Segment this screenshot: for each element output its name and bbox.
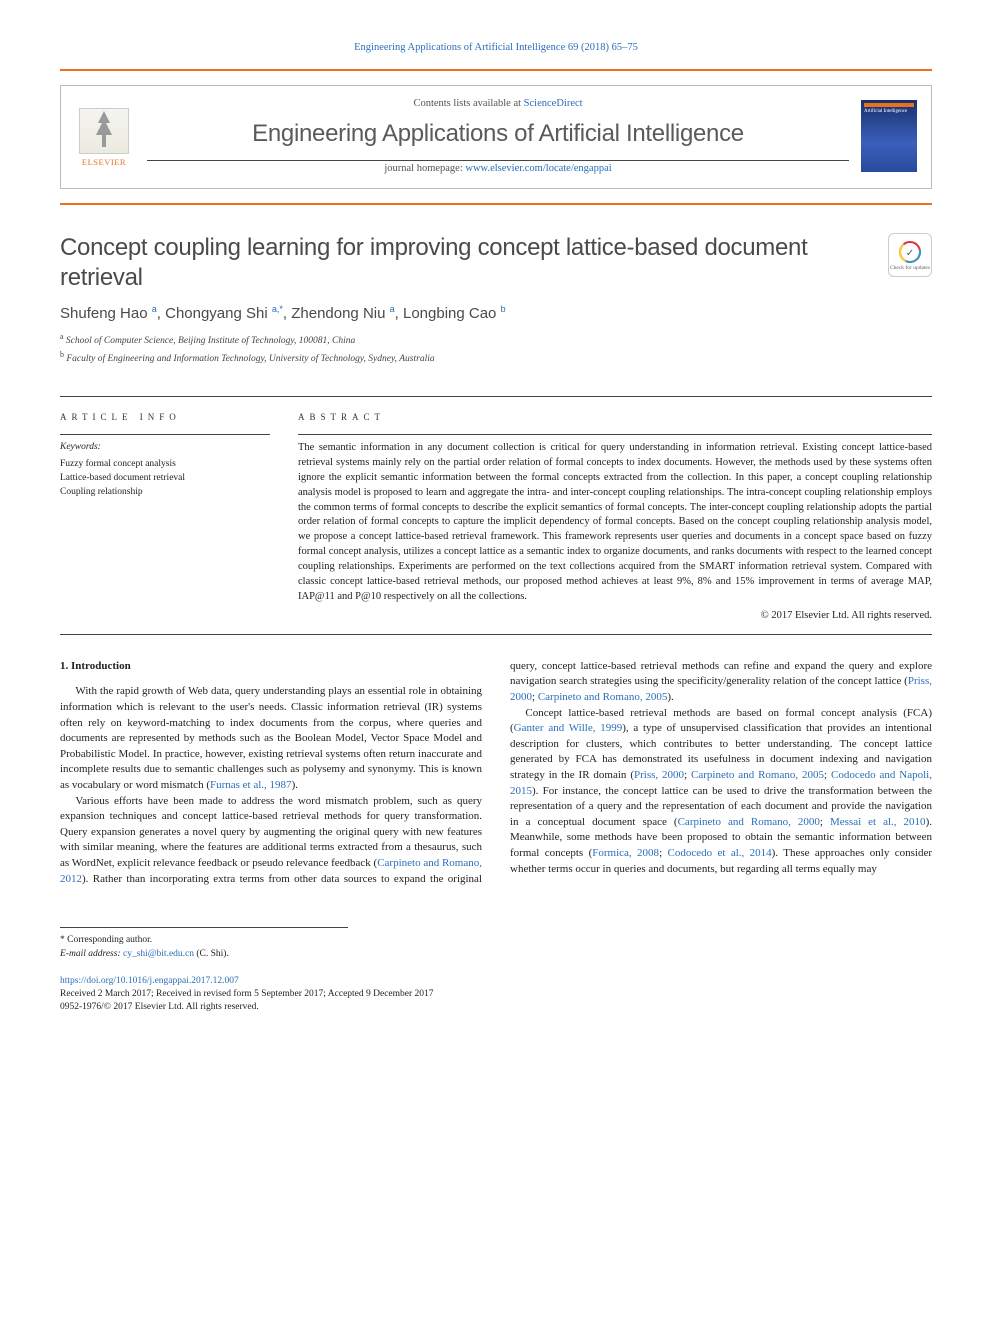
homepage-prefix: journal homepage:	[384, 163, 465, 174]
section-1-heading: 1. Introduction	[60, 659, 482, 675]
cite-furnas-1987[interactable]: Furnas et al., 1987	[210, 779, 292, 791]
journal-cover-thumbnail: Artificial Intelligence	[861, 100, 917, 172]
header-citation: Engineering Applications of Artificial I…	[60, 40, 932, 55]
contents-prefix: Contents lists available at	[413, 98, 523, 109]
author-1: Shufeng Hao a	[60, 305, 157, 322]
author-3-affil-link[interactable]: a	[390, 304, 395, 314]
elsevier-wordmark: ELSEVIER	[82, 156, 126, 168]
received-dates: Received 2 March 2017; Received in revis…	[60, 988, 932, 1001]
check-updates-icon: ✓	[898, 240, 922, 264]
cite-formica-2008[interactable]: Formica, 2008	[592, 847, 659, 859]
keyword-3: Coupling relationship	[60, 485, 270, 499]
footnotes: * Corresponding author. E-mail address: …	[60, 927, 348, 961]
check-for-updates-button[interactable]: ✓ Check for updates	[888, 233, 932, 277]
divider-top-orange	[60, 69, 932, 71]
svg-text:✓: ✓	[906, 248, 914, 259]
contents-available-line: Contents lists available at ScienceDirec…	[147, 96, 849, 111]
author-3: Zhendong Niu a	[291, 305, 394, 322]
cite-priss-2000b[interactable]: Priss, 2000	[634, 769, 684, 781]
cover-text: Artificial Intelligence	[864, 109, 914, 115]
body-two-column: 1. Introduction With the rapid growth of…	[60, 659, 932, 888]
journal-name: Engineering Applications of Artificial I…	[147, 117, 849, 152]
article-info-col: ARTICLE INFO Keywords: Fuzzy formal conc…	[60, 411, 270, 624]
contents-banner: ELSEVIER Contents lists available at Sci…	[60, 85, 932, 189]
body-para-3: Concept lattice-based retrieval methods …	[510, 706, 932, 878]
sciencedirect-link[interactable]: ScienceDirect	[524, 98, 583, 109]
author-4-affil-link[interactable]: b	[501, 304, 506, 314]
elsevier-tree-icon	[79, 108, 129, 154]
divider-bottom-orange	[60, 203, 932, 205]
cite-carpineto-2005[interactable]: Carpineto and Romano, 2005	[538, 691, 668, 703]
issn-copyright: 0952-1976/© 2017 Elsevier Ltd. All right…	[60, 1001, 932, 1014]
cite-messai-2010[interactable]: Messai et al., 2010	[830, 816, 926, 828]
keyword-1: Fuzzy formal concept analysis	[60, 457, 270, 471]
affiliations: a School of Computer Science, Beijing In…	[60, 331, 932, 366]
corresponding-author-note: * Corresponding author.	[60, 934, 348, 947]
cite-codocedo-2014[interactable]: Codocedo et al., 2014	[668, 847, 772, 859]
check-updates-label: Check for updates	[890, 266, 930, 272]
cite-ganter-1999[interactable]: Ganter and Wille, 1999	[514, 722, 623, 734]
abstract-body-divider	[60, 634, 932, 635]
journal-homepage-line: journal homepage: www.elsevier.com/locat…	[147, 161, 849, 176]
affiliation-b: b Faculty of Engineering and Information…	[60, 349, 932, 366]
email-suffix: (C. Shi).	[194, 949, 229, 959]
abstract-heading: ABSTRACT	[298, 411, 932, 424]
authors-line: Shufeng Hao a, Chongyang Shi a,*, Zhendo…	[60, 303, 932, 325]
abstract-copyright: © 2017 Elsevier Ltd. All rights reserved…	[298, 609, 932, 624]
abstract-col: ABSTRACT The semantic information in any…	[298, 411, 932, 624]
email-line: E-mail address: cy_shi@bit.edu.cn (C. Sh…	[60, 948, 348, 961]
abstract-text: The semantic information in any document…	[298, 434, 932, 605]
cite-carpineto-2000[interactable]: Carpineto and Romano, 2000	[678, 816, 820, 828]
corresponding-email-link[interactable]: cy_shi@bit.edu.cn	[123, 949, 194, 959]
author-2-affil-link[interactable]: a,*	[272, 304, 283, 314]
cite-carpineto-2005b[interactable]: Carpineto and Romano, 2005	[691, 769, 824, 781]
body-para-1: With the rapid growth of Web data, query…	[60, 684, 482, 793]
journal-homepage-link[interactable]: www.elsevier.com/locate/engappai	[465, 163, 611, 174]
elsevier-logo: ELSEVIER	[75, 104, 133, 168]
doi-link[interactable]: https://doi.org/10.1016/j.engappai.2017.…	[60, 976, 239, 986]
keyword-2: Lattice-based document retrieval	[60, 471, 270, 485]
email-label: E-mail address:	[60, 949, 123, 959]
author-2: Chongyang Shi a,*	[165, 305, 283, 322]
article-info-heading: ARTICLE INFO	[60, 411, 270, 424]
keywords-list: Fuzzy formal concept analysis Lattice-ba…	[60, 457, 270, 500]
author-1-affil-link[interactable]: a	[152, 304, 157, 314]
footer-block: https://doi.org/10.1016/j.engappai.2017.…	[60, 975, 932, 1015]
keywords-label: Keywords:	[60, 434, 270, 455]
article-title: Concept coupling learning for improving …	[60, 233, 868, 293]
affiliation-a: a School of Computer Science, Beijing In…	[60, 331, 932, 348]
author-4: Longbing Cao b	[403, 305, 506, 322]
